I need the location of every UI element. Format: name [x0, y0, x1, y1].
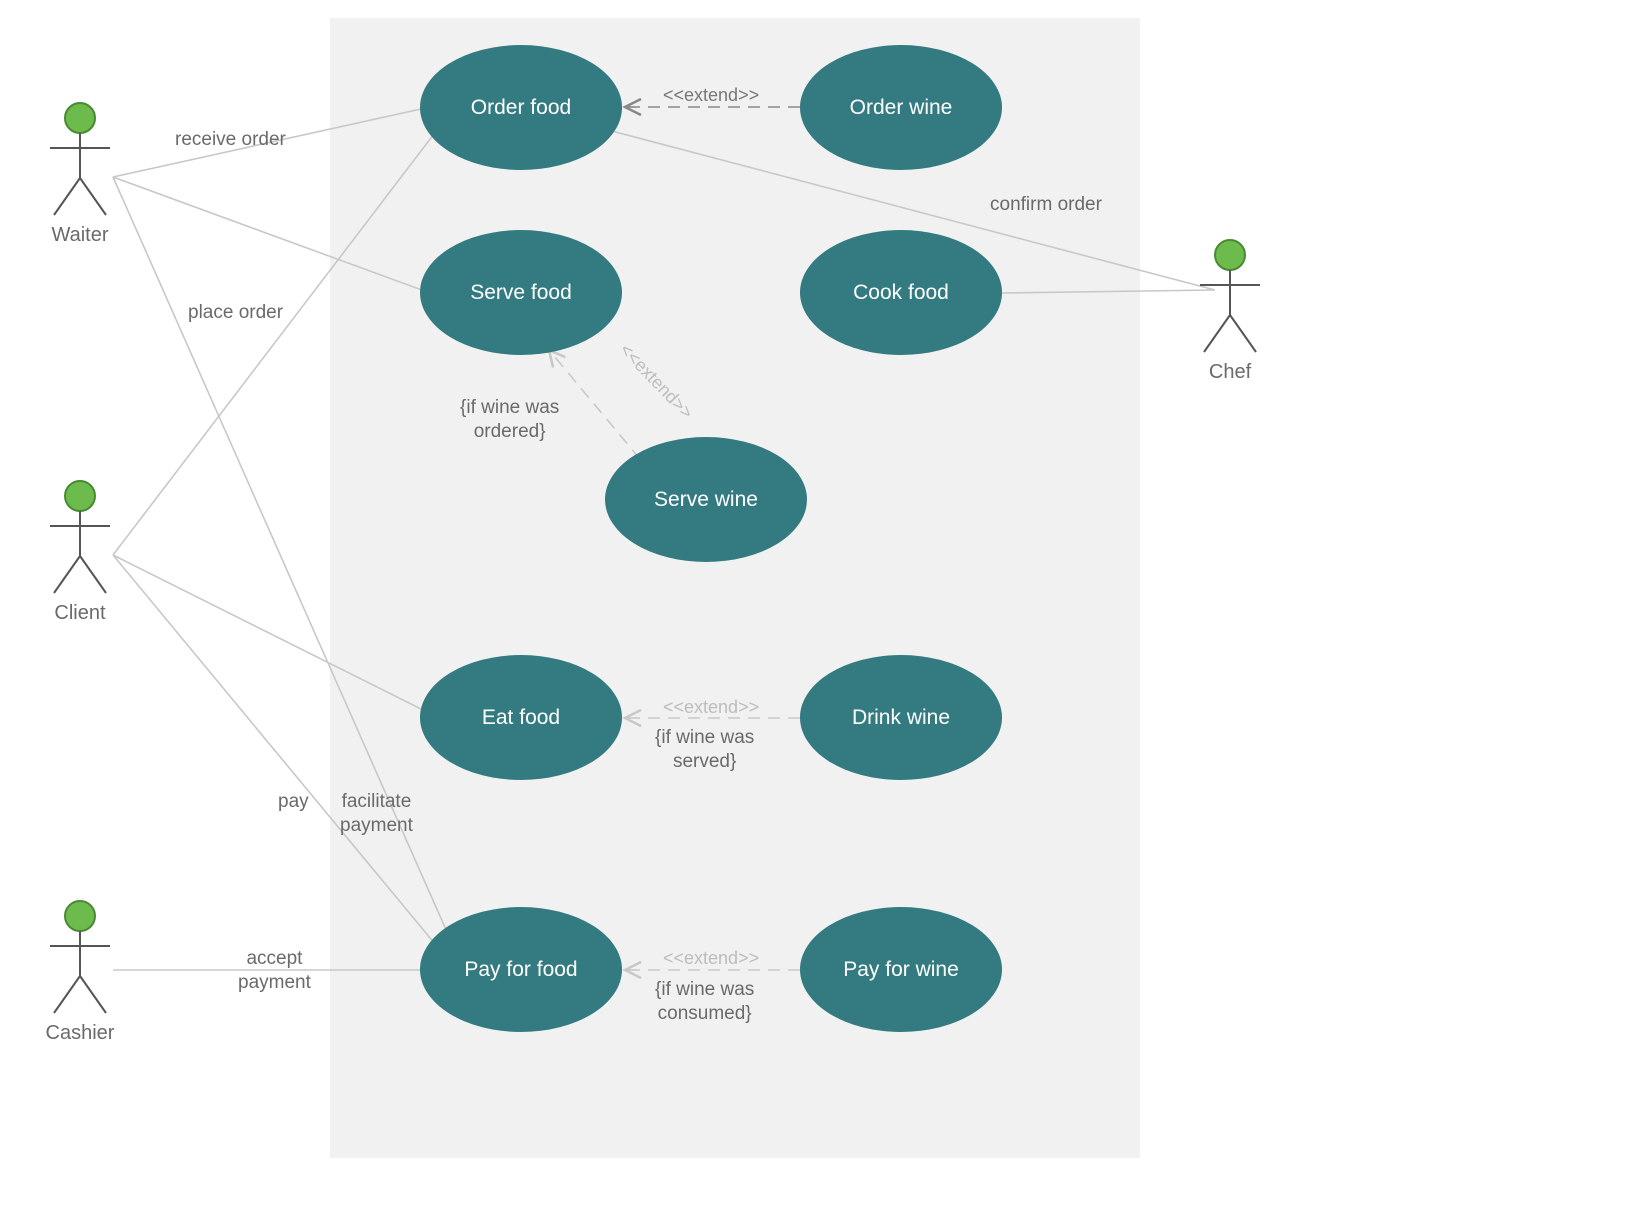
label-extend-3: <<extend>> [663, 697, 759, 718]
label-confirm-order: confirm order [990, 193, 1102, 217]
usecase-order-wine: Order wine [800, 45, 1002, 170]
usecase-serve-food-label: Serve food [470, 281, 572, 305]
label-extend-4: <<extend>> [663, 948, 759, 969]
usecase-serve-wine-label: Serve wine [654, 488, 758, 512]
usecase-pay-for-food: Pay for food [420, 907, 622, 1032]
usecase-order-food-label: Order food [471, 96, 571, 120]
usecase-pay-for-wine-label: Pay for wine [843, 958, 959, 982]
usecase-eat-food: Eat food [420, 655, 622, 780]
guard-if-wine-ordered: {if wine was ordered} [460, 396, 559, 444]
actor-cashier-label: Cashier [40, 1022, 120, 1045]
usecase-pay-for-food-label: Pay for food [464, 958, 577, 982]
actor-chef: Chef [1190, 237, 1270, 384]
actor-waiter: Waiter [40, 100, 120, 247]
usecase-pay-for-wine: Pay for wine [800, 907, 1002, 1032]
guard-if-wine-consumed: {if wine was consumed} [655, 978, 754, 1026]
usecase-cook-food-label: Cook food [853, 281, 949, 305]
label-accept-payment: accept payment [238, 947, 311, 995]
actor-client: Client [40, 478, 120, 625]
actor-client-label: Client [40, 602, 120, 625]
usecase-serve-wine: Serve wine [605, 437, 807, 562]
usecase-order-food: Order food [420, 45, 622, 170]
label-receive-order: receive order [175, 128, 286, 152]
usecase-drink-wine-label: Drink wine [852, 706, 950, 730]
label-facilitate-payment: facilitate payment [340, 790, 413, 838]
actor-cashier: Cashier [40, 898, 120, 1045]
actor-waiter-label: Waiter [40, 224, 120, 247]
label-extend-1: <<extend>> [663, 85, 759, 106]
label-place-order: place order [188, 301, 283, 325]
label-pay: pay [278, 790, 309, 814]
actor-chef-label: Chef [1190, 361, 1270, 384]
usecase-eat-food-label: Eat food [482, 706, 560, 730]
usecase-serve-food: Serve food [420, 230, 622, 355]
guard-if-wine-served: {if wine was served} [655, 726, 754, 774]
usecase-drink-wine: Drink wine [800, 655, 1002, 780]
usecase-cook-food: Cook food [800, 230, 1002, 355]
usecase-order-wine-label: Order wine [850, 96, 953, 120]
